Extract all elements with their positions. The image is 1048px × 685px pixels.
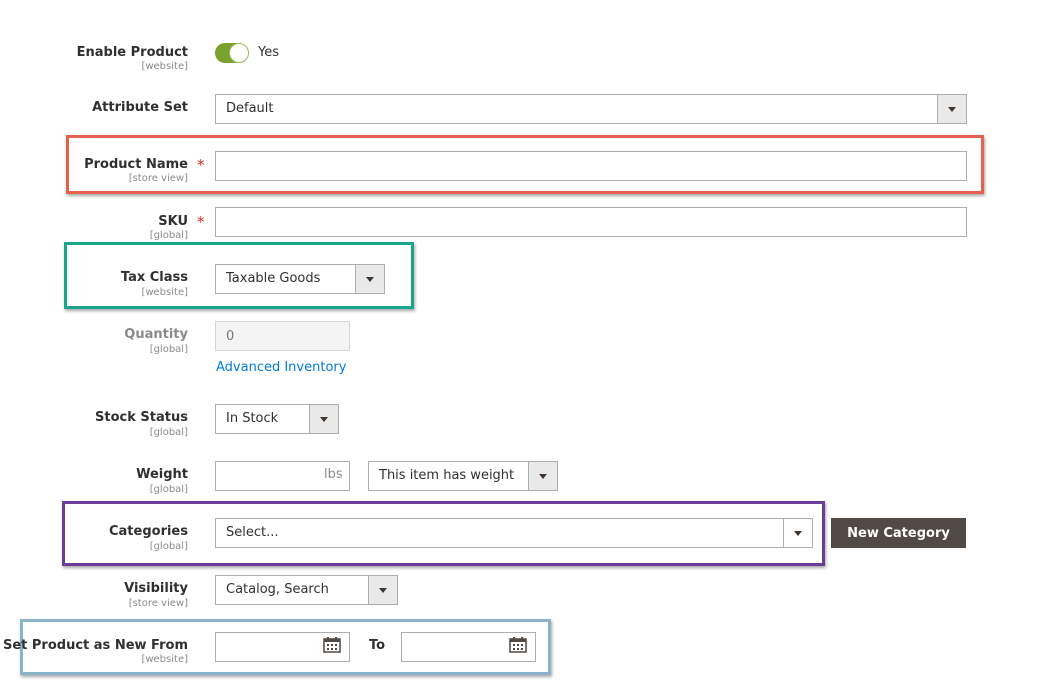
product-name-scope: [store view]: [128, 173, 188, 184]
required-marker: *: [197, 156, 205, 174]
visibility-select[interactable]: Catalog, Search: [215, 575, 398, 605]
categories-value: Select...: [226, 525, 279, 540]
weight-scope: [global]: [149, 484, 188, 495]
new-category-button[interactable]: New Category: [831, 518, 966, 548]
chevron-down-icon: [528, 462, 557, 490]
chevron-down-icon: [783, 519, 812, 547]
weight-type-value: This item has weight: [379, 468, 515, 483]
visibility-label: Visibility: [124, 581, 188, 596]
tax-class-select[interactable]: Taxable Goods: [215, 264, 385, 294]
enable-product-toggle[interactable]: [215, 43, 249, 63]
enable-product-label: Enable Product: [76, 45, 188, 60]
weight-type-select[interactable]: This item has weight: [368, 461, 558, 491]
attribute-set-select[interactable]: Default: [215, 94, 967, 124]
attribute-set-label: Attribute Set: [92, 100, 188, 115]
tax-class-value: Taxable Goods: [226, 271, 321, 286]
stock-status-label: Stock Status: [95, 410, 188, 425]
required-marker: *: [197, 213, 205, 231]
toggle-knob: [229, 43, 249, 63]
attribute-set-value: Default: [226, 101, 274, 116]
tax-class-scope: [website]: [141, 287, 188, 298]
visibility-value: Catalog, Search: [226, 582, 329, 597]
chevron-down-icon: [355, 265, 384, 293]
chevron-down-icon: [937, 95, 966, 123]
sku-label: SKU: [158, 214, 188, 229]
chevron-down-icon: [368, 576, 397, 604]
advanced-inventory-link[interactable]: Advanced Inventory: [216, 360, 346, 375]
stock-status-scope: [global]: [149, 427, 188, 438]
quantity-scope: [global]: [149, 344, 188, 355]
chevron-down-icon: [309, 405, 338, 433]
quantity-label: Quantity: [124, 327, 188, 342]
calendar-icon[interactable]: [323, 637, 341, 653]
new-from-label: Set Product as New From: [2, 638, 188, 653]
weight-label: Weight: [136, 467, 188, 482]
enable-product-scope: [website]: [141, 61, 188, 72]
quantity-input: [215, 321, 350, 351]
new-from-scope: [website]: [141, 654, 188, 665]
stock-status-select[interactable]: In Stock: [215, 404, 339, 434]
enable-product-value: Yes: [258, 45, 279, 60]
sku-input[interactable]: [215, 207, 967, 237]
categories-label: Categories: [108, 524, 188, 539]
sku-scope: [global]: [149, 230, 188, 241]
product-name-input[interactable]: [215, 151, 967, 181]
categories-select[interactable]: Select...: [215, 518, 813, 548]
new-to-label: To: [369, 638, 386, 653]
weight-unit: lbs: [324, 467, 343, 482]
tax-class-label: Tax Class: [120, 270, 188, 285]
calendar-icon[interactable]: [509, 637, 527, 653]
stock-status-value: In Stock: [226, 411, 279, 426]
categories-scope: [global]: [149, 541, 188, 552]
visibility-scope: [store view]: [128, 598, 188, 609]
product-name-label: Product Name: [84, 157, 188, 172]
